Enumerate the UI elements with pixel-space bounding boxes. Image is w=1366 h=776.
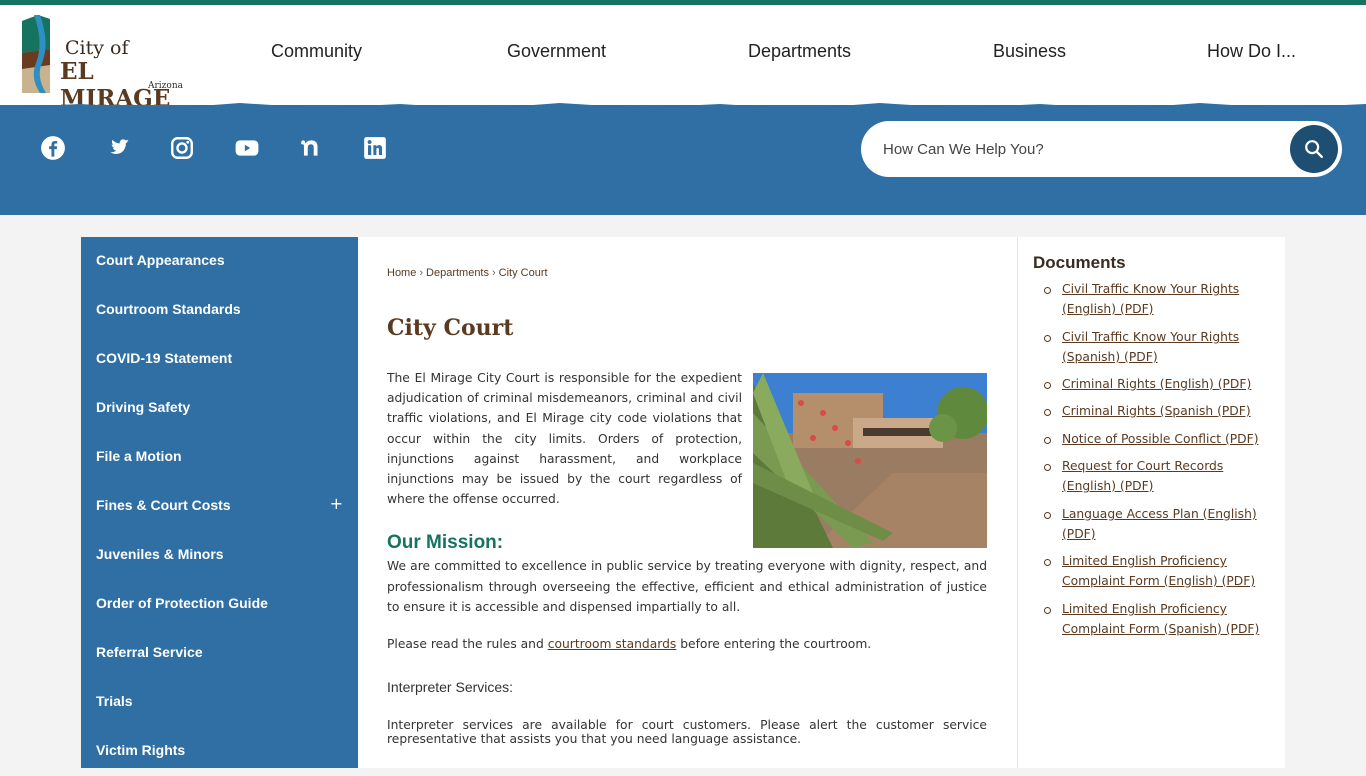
bullet-icon (1044, 512, 1051, 519)
documents-panel: Documents Civil Traffic Know Your Rights… (1017, 237, 1285, 768)
rules-text-before: Please read the rules and (387, 637, 548, 651)
facebook-icon (41, 136, 65, 160)
nav-departments[interactable]: Departments (748, 41, 851, 62)
interpreter-paragraph: Interpreter services are available for c… (387, 718, 987, 746)
intro-paragraph: The El Mirage City Court is responsible … (387, 371, 742, 507)
breadcrumb-home[interactable]: Home (387, 267, 416, 279)
courtroom-standards-link[interactable]: courtroom standards (548, 637, 677, 651)
sidebar-item-label: Driving Safety (96, 399, 191, 415)
document-link[interactable]: Civil Traffic Know Your Rights (Spanish)… (1062, 327, 1267, 367)
bullet-icon (1044, 382, 1051, 389)
document-link[interactable]: Limited English Proficiency Complaint Fo… (1062, 599, 1267, 639)
nav-how-do-i[interactable]: How Do I... (1207, 41, 1296, 62)
document-link[interactable]: Request for Court Records (English) (PDF… (1062, 456, 1267, 496)
breadcrumb-departments[interactable]: Departments (426, 267, 489, 279)
banner-brush-edge (0, 180, 1366, 208)
search-input[interactable] (883, 137, 1283, 161)
bullet-icon (1044, 559, 1051, 566)
sidebar-item-file-a-motion[interactable]: File a Motion (81, 433, 358, 482)
mission-paragraph: We are committed to excellence in public… (387, 559, 987, 614)
facebook-link[interactable] (36, 131, 70, 165)
rules-paragraph: Please read the rules and courtroom stan… (387, 637, 987, 651)
document-link[interactable]: Civil Traffic Know Your Rights (English)… (1062, 279, 1267, 319)
linkedin-link[interactable] (358, 131, 392, 165)
bullet-icon (1044, 607, 1051, 614)
sidebar-item-label: Court Appearances (96, 252, 225, 268)
bullet-icon (1044, 409, 1051, 416)
nav-government[interactable]: Government (507, 41, 606, 62)
rules-text-after: before entering the courtroom. (676, 637, 872, 651)
sidebar-item-referral-service[interactable]: Referral Service (81, 629, 358, 678)
breadcrumb: Home › Departments › City Court (387, 267, 548, 279)
sidebar-item-label: Referral Service (96, 644, 203, 660)
main-nav: Community Government Departments Busines… (0, 5, 1366, 105)
sidebar-item-courtroom-standards[interactable]: Courtroom Standards (81, 286, 358, 335)
nav-business[interactable]: Business (993, 41, 1066, 62)
nextdoor-link[interactable] (294, 131, 328, 165)
nextdoor-icon (301, 140, 318, 156)
document-link[interactable]: Notice of Possible Conflict (PDF) (1062, 429, 1267, 449)
sidebar-item-order-of-protection[interactable]: Order of Protection Guide (81, 580, 358, 629)
twitter-icon (110, 139, 129, 154)
document-link[interactable]: Limited English Proficiency Complaint Fo… (1062, 551, 1267, 591)
sidebar-item-fines-court-costs[interactable]: Fines & Court Costs + (81, 482, 358, 531)
main-content: Home › Departments › City Court City Court T… (358, 237, 1017, 768)
sidebar-item-driving-safety[interactable]: Driving Safety (81, 384, 358, 433)
sidebar-item-victim-rights[interactable]: Victim Rights (81, 727, 358, 776)
breadcrumb-separator: › (492, 267, 496, 279)
nav-community[interactable]: Community (271, 41, 362, 62)
document-link[interactable]: Criminal Rights (English) (PDF) (1062, 374, 1267, 394)
breadcrumb-separator: › (419, 267, 424, 279)
search-icon (1305, 140, 1323, 158)
bullet-icon (1044, 287, 1051, 294)
sidebar-item-label: File a Motion (96, 448, 182, 464)
breadcrumb-current: City Court (498, 267, 548, 279)
documents-heading: Documents (1033, 253, 1126, 272)
linkedin-icon (364, 137, 386, 159)
document-link[interactable]: Language Access Plan (English) (PDF) (1062, 504, 1267, 544)
mission-heading: Our Mission: (387, 532, 504, 553)
sidebar-item-juveniles-minors[interactable]: Juveniles & Minors (81, 531, 358, 580)
expand-plus-icon[interactable]: + (330, 494, 343, 513)
sidebar-item-label: Trials (96, 693, 133, 709)
sidebar-item-label: Courtroom Standards (96, 301, 241, 317)
document-link[interactable]: Criminal Rights (Spanish (PDF) (1062, 401, 1267, 421)
sidebar-item-covid-statement[interactable]: COVID-19 Statement (81, 335, 358, 384)
interpreter-heading: Interpreter Services: (387, 679, 514, 695)
banner-top-brush-edge (0, 103, 1366, 114)
sidebar-item-trials[interactable]: Trials (81, 678, 358, 727)
twitter-link[interactable] (101, 131, 135, 165)
instagram-icon (171, 137, 193, 159)
bullet-icon (1044, 464, 1051, 471)
court-sidebar: Court Appearances Courtroom Standards CO… (81, 237, 358, 768)
sidebar-item-label: Juveniles & Minors (96, 546, 224, 562)
court-building-photo (753, 373, 987, 548)
sidebar-item-label: Victim Rights (96, 742, 186, 758)
sidebar-item-label: COVID-19 Statement (96, 350, 233, 366)
sidebar-item-label: Fines & Court Costs (96, 497, 231, 513)
youtube-link[interactable] (230, 131, 264, 165)
bullet-icon (1044, 335, 1051, 342)
instagram-link[interactable] (165, 131, 199, 165)
page-title: City Court (387, 315, 514, 341)
sidebar-item-label: Order of Protection Guide (96, 595, 268, 611)
site-search (861, 121, 1342, 177)
sidebar-item-court-appearances[interactable]: Court Appearances (81, 237, 358, 286)
bullet-icon (1044, 437, 1051, 444)
youtube-icon (235, 140, 259, 156)
search-button[interactable] (1290, 125, 1338, 173)
